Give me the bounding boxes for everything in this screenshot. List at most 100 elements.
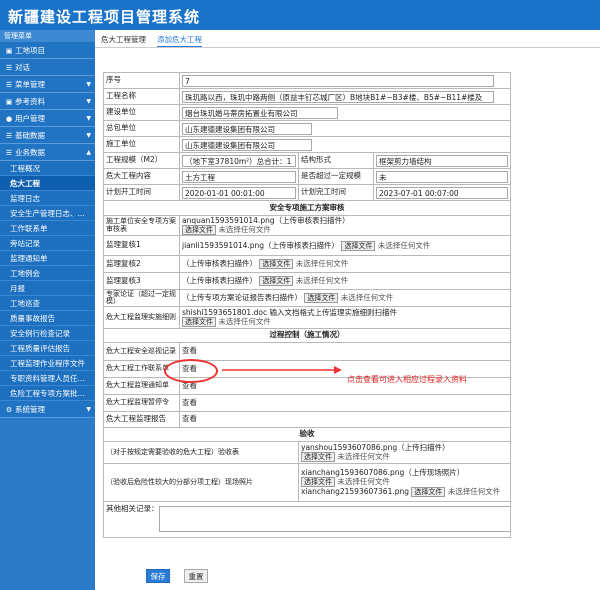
name-input[interactable]: 珠玑路以西，珠玑中路两侧（原益丰钉芯城厂区）B地块B1#~B3#楼、B5#~B1… <box>182 90 494 103</box>
highlight-circle <box>164 359 218 383</box>
sidebar-subitem[interactable]: 安全生产管理日志、... <box>0 206 95 221</box>
accept-file-2: xianchang1593607086.png（上传现场照片） <box>301 468 465 477</box>
file-choose-button[interactable]: 选择文件 <box>182 225 216 235</box>
sidebar-subitem[interactable]: 工程质量评估报告 <box>0 341 95 356</box>
file-status: 未选择任何文件 <box>447 487 501 496</box>
sidebar-item-users[interactable]: ● 用户管理 ▼ <box>0 110 95 127</box>
file-choose-button[interactable]: 选择文件 <box>182 317 216 327</box>
sidebar-item-system[interactable]: ⚙ 系统管理 ▼ <box>0 401 95 418</box>
struct-input[interactable]: 框架剪力墙结构 <box>376 154 509 167</box>
file-choose-button[interactable]: 选择文件 <box>259 276 294 286</box>
file-status: 未选择任何文件 <box>218 317 271 326</box>
sidebar-item-chat[interactable]: ☰ 对话 <box>0 59 95 76</box>
end-label: 计划完工时间 <box>298 184 374 201</box>
audit-label-1: 施工单位安全专项方案审核表 <box>103 215 180 236</box>
sidebar-item-menu[interactable]: ☰ 菜单管理 ▼ <box>0 76 95 93</box>
view-link[interactable]: 查看 <box>182 398 197 407</box>
reset-button[interactable]: 重置 <box>184 569 208 583</box>
chevron-up-icon: ▲ <box>86 149 91 156</box>
list-icon: ☰ <box>5 81 13 89</box>
file-choose-button[interactable]: 选择文件 <box>301 452 335 462</box>
sidebar-subitem[interactable]: 旁站记录 <box>0 236 95 251</box>
accept-label-2: （验收后危险性较大的分部分项工程）现场照片 <box>103 463 299 502</box>
audit-file-5: （上传专项方案论证报告表扫描件） <box>182 293 302 302</box>
audit-label-5: 专家论证（超过一定规模） <box>103 289 180 307</box>
general-input[interactable]: 山东建德建设集团有限公司 <box>182 122 312 135</box>
end-input[interactable]: 2023-07-01 00:07:00 <box>376 186 509 199</box>
construct-input[interactable]: 山东建德建设集团有限公司 <box>182 138 312 151</box>
view-link[interactable]: 查看 <box>182 346 197 356</box>
exceed-label: 是否超过一定规模 <box>298 168 374 185</box>
app-header: 新疆建设工程项目管理系统 <box>0 0 600 30</box>
hazard-form: 序号 7 工程名称 珠玑路以西，珠玑中路两侧（原益丰钉芯城厂区）B地块B1#~B3#… <box>102 72 512 538</box>
accept-file-3: xianchang21593607361.png <box>301 487 410 496</box>
start-input[interactable]: 2020-01-01 00:01:00 <box>182 186 296 199</box>
audit-label-6: 危大工程监理实施细则 <box>103 306 180 329</box>
sidebar-item-references[interactable]: ▣ 参考资料 ▼ <box>0 93 95 110</box>
sidebar-subitem-active[interactable]: 危大工程 <box>0 176 95 191</box>
tab-hazard-management[interactable]: 危大工程管理 <box>101 34 146 45</box>
file-choose-button[interactable]: 选择文件 <box>304 293 339 303</box>
audit-label-4: 监理复核3 <box>103 272 180 290</box>
sidebar-subitem[interactable]: 月报 <box>0 281 95 296</box>
sidebar-subitem[interactable]: 工作联系单 <box>0 221 95 236</box>
sidebar-item-basic-data[interactable]: ☰ 基础数据 ▼ <box>0 127 95 144</box>
file-choose-button[interactable]: 选择文件 <box>341 240 376 251</box>
tab-add-hazard[interactable]: 添加危大工程 <box>157 34 202 47</box>
audit-file-1: anquan1593591014.png（上传审核表扫描件） <box>182 216 350 226</box>
file-choose-button[interactable]: 选择文件 <box>301 477 335 487</box>
seq-label: 序号 <box>103 72 180 89</box>
seq-input[interactable]: 7 <box>182 74 494 87</box>
sidebar-item-business-data[interactable]: ☰ 业务数据 ▲ <box>0 144 95 161</box>
sidebar-subitem[interactable]: 质量事故报告 <box>0 311 95 326</box>
scale-label: 工程规模（M2） <box>103 152 180 169</box>
process-section-title: 过程控制（施工情况） <box>102 328 512 343</box>
sidebar-subitem[interactable]: 专职资料管理人员任... <box>0 371 95 386</box>
gear-icon: ⚙ <box>5 406 13 414</box>
chevron-down-icon: ▼ <box>86 81 91 88</box>
sidebar: 管理菜单 ▣ 工地项目 ☰ 对话 ☰ 菜单管理 ▼ ▣ 参考资料 ▼ ● 用户管理 ▼ ☰ 基础数… <box>0 30 95 590</box>
struct-label: 结构形式 <box>298 152 374 169</box>
sidebar-subitem[interactable]: 工程概况 <box>0 161 95 176</box>
sidebar-subitem[interactable]: 工地巡查 <box>0 296 95 311</box>
file-status: 未选择任何文件 <box>218 225 271 234</box>
sidebar-subitem[interactable]: 安全例行检查记录 <box>0 326 95 341</box>
builder-input[interactable]: 烟台珠玑婚马蒂房拓置业有限公司 <box>182 106 338 119</box>
book-icon: ▣ <box>5 98 13 106</box>
chevron-down-icon: ▼ <box>86 98 91 105</box>
file-status: 未选择任何文件 <box>377 240 431 250</box>
file-status: 未选择任何文件 <box>340 293 394 302</box>
file-status: 未选择任何文件 <box>295 259 349 268</box>
process-label-3: 危大工程监理通知单 <box>103 377 180 395</box>
general-label: 总包单位 <box>103 120 180 137</box>
chevron-down-icon: ▼ <box>86 115 91 122</box>
process-label-1: 危大工程安全巡视记录 <box>103 342 180 361</box>
exceed-input[interactable]: 未 <box>376 170 509 183</box>
file-choose-button[interactable]: 选择文件 <box>259 259 294 269</box>
audit-file-4: （上传审核表扫描件） <box>182 276 257 285</box>
sidebar-subitem[interactable]: 监理日志 <box>0 191 95 206</box>
sidebar-subitem[interactable]: 工地例会 <box>0 266 95 281</box>
list-icon: ☰ <box>5 149 13 157</box>
other-records-textarea[interactable] <box>158 506 510 532</box>
content-input[interactable]: 土方工程 <box>182 170 296 183</box>
app-title: 新疆建设工程项目管理系统 <box>8 8 201 26</box>
name-label: 工程名称 <box>103 88 180 105</box>
audit-section-title: 安全专项施工方案审核 <box>102 200 512 216</box>
chevron-down-icon: ▼ <box>86 406 91 413</box>
file-choose-button[interactable]: 选择文件 <box>411 487 446 497</box>
view-link[interactable]: 查看 <box>182 414 197 424</box>
sidebar-item-projects[interactable]: ▣ 工地项目 <box>0 42 95 59</box>
sidebar-subitem[interactable]: 危险工程专项方案批... <box>0 386 95 401</box>
builder-label: 建设单位 <box>103 104 180 121</box>
sidebar-subitem[interactable]: 监理通知单 <box>0 251 95 266</box>
tab-bar: 危大工程管理 添加危大工程 <box>95 30 600 48</box>
scale-input[interactable]: （地下室37810m²）总合计：1 <box>182 154 296 167</box>
start-label: 计划开工时间 <box>103 184 180 201</box>
audit-file-3: （上传审核表扫描件） <box>182 259 257 268</box>
sidebar-subitem[interactable]: 工程监理作业程序文件 <box>0 356 95 371</box>
other-records-label: 其他相关记录： <box>106 504 159 513</box>
save-button[interactable]: 保存 <box>146 569 170 583</box>
audit-file-2: jianli1593591014.png（上传审核表扫描件） <box>182 240 340 250</box>
sidebar-heading: 管理菜单 <box>0 30 95 42</box>
